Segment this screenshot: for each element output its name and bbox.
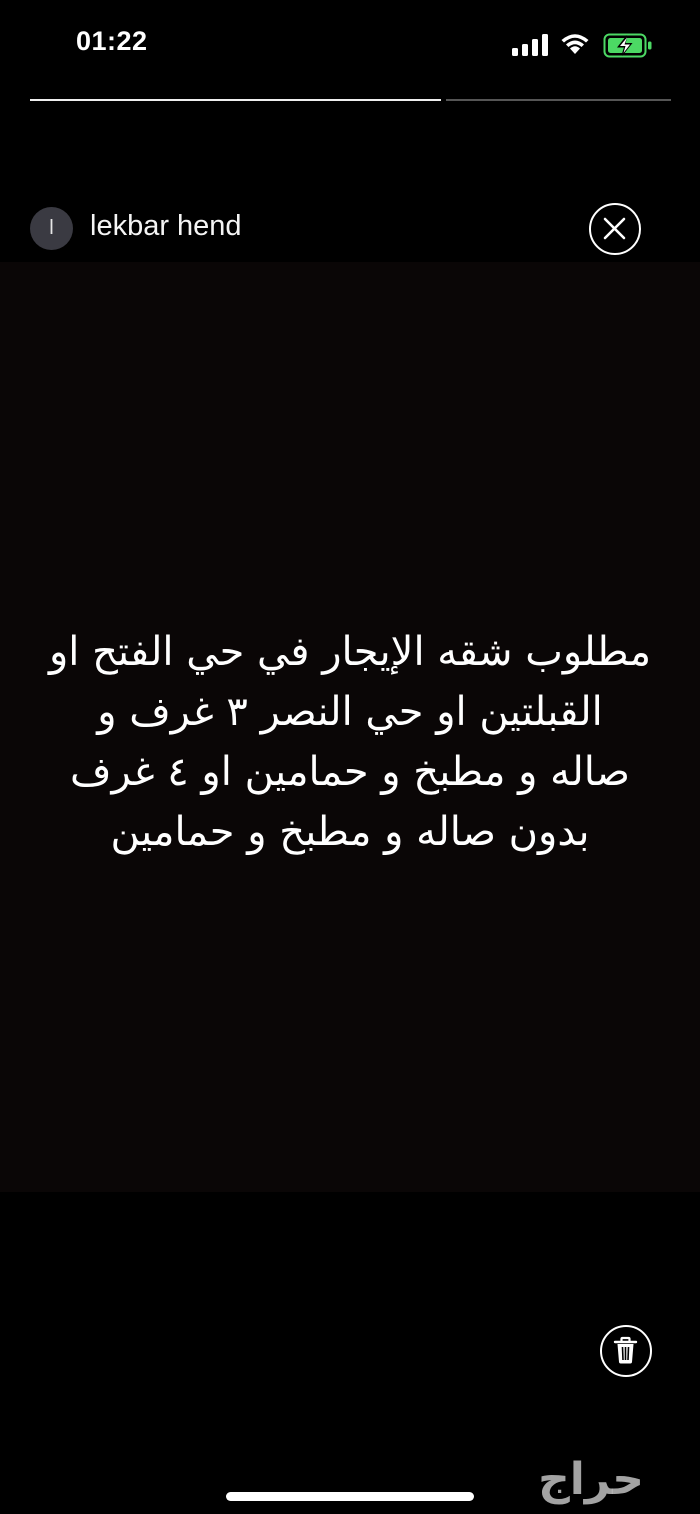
close-icon	[603, 217, 626, 240]
home-indicator[interactable]	[226, 1492, 474, 1501]
story-text-line: مطلوب شقه الإيجار في حي الفتح او	[48, 629, 652, 675]
watermark-logo: حراج	[538, 1454, 644, 1505]
username[interactable]: lekbar hend	[90, 210, 242, 243]
watermark-text: حراج	[538, 1454, 644, 1505]
story-text: مطلوب شقه الإيجار في حي الفتح او القبلتي…	[0, 622, 700, 862]
delete-button[interactable]	[600, 1325, 652, 1377]
story-progress-segment-1	[30, 99, 441, 101]
trash-icon	[613, 1336, 638, 1364]
avatar[interactable]: l	[30, 207, 73, 250]
story-content[interactable]: مطلوب شقه الإيجار في حي الفتح او القبلتي…	[0, 262, 700, 1192]
cellular-signal-icon	[512, 34, 548, 56]
story-text-line: القبلتين او حي النصر ٣ غرف و	[97, 689, 603, 735]
story-text-line: صاله و مطبخ و حمامين او ٤ غرف	[70, 749, 630, 795]
story-progress-fill-1	[30, 99, 441, 101]
close-button[interactable]	[589, 203, 641, 255]
wifi-icon	[561, 34, 589, 54]
status-time: 01:22	[76, 26, 148, 56]
story-progress-segment-2	[446, 99, 671, 101]
story-text-line: بدون صاله و مطبخ و حمامين	[110, 809, 590, 855]
story-viewer-screen: 01:22 l lekbar hend مطلوب شقه الإيجار في…	[0, 0, 700, 1514]
battery-charging-icon	[603, 33, 652, 58]
